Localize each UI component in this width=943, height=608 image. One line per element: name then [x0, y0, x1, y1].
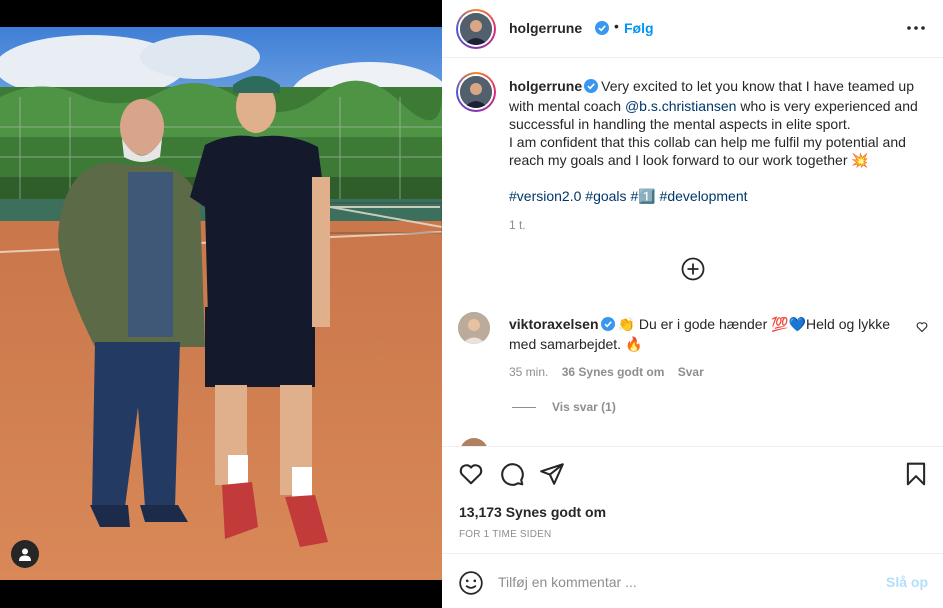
fire-emoji: 🔥: [624, 336, 643, 352]
verified-badge-icon: [600, 317, 615, 335]
add-circle-icon[interactable]: [681, 257, 705, 281]
user-tag-icon: [19, 548, 31, 561]
post-likes-count[interactable]: 13,173 Synes godt om: [459, 504, 606, 520]
post-timestamp[interactable]: FOR 1 TIME SIDEN: [459, 529, 551, 540]
comment-icon[interactable]: [499, 461, 525, 487]
post-caption: holgerrune Very excited to let you know t…: [509, 77, 919, 205]
caption-mention-link[interactable]: @b.s.christiansen: [625, 98, 736, 114]
collision-emoji: 💥: [851, 152, 869, 168]
more-options-icon[interactable]: [904, 20, 928, 36]
comment-heart-icon[interactable]: [916, 320, 928, 338]
heart-icon[interactable]: [458, 461, 484, 487]
hundred-heart-emoji: 💯💙: [771, 316, 807, 332]
header-username[interactable]: holgerrune: [509, 20, 582, 36]
hashtag-link[interactable]: #1️⃣: [630, 188, 655, 204]
next-comment-avatar: [460, 438, 488, 446]
comment-timestamp[interactable]: 35 min.: [509, 365, 548, 379]
header-dot: •: [614, 18, 619, 34]
comment-avatar[interactable]: [458, 312, 490, 344]
photo-panel: [0, 0, 442, 608]
caption-text-part3: I am confident that this collab can help…: [509, 134, 906, 168]
bookmark-icon[interactable]: [903, 461, 929, 487]
comment-text: viktoraxelsen 👏 Du er i gode hænder 💯💙Hel…: [509, 315, 909, 353]
view-replies-label: Vis svar (1): [552, 400, 616, 414]
comment-text-part1: Du er i gode hænder: [634, 316, 772, 332]
follow-button[interactable]: Følg: [624, 20, 654, 36]
post-comment-button[interactable]: Slå op: [886, 574, 928, 590]
comment-likes[interactable]: 36 Synes godt om: [562, 365, 665, 379]
replies-divider: [512, 406, 536, 408]
user-tag-button[interactable]: [11, 540, 39, 568]
header-avatar[interactable]: [456, 9, 496, 49]
caption-username[interactable]: holgerrune: [509, 78, 582, 94]
share-icon[interactable]: [539, 461, 565, 487]
post-actions: 13,173 Synes godt om FOR 1 TIME SIDEN: [442, 446, 943, 552]
hashtag-link[interactable]: #version2.0: [509, 188, 581, 204]
emoji-icon[interactable]: [458, 570, 484, 596]
caption-avatar[interactable]: [456, 72, 496, 112]
post-photo[interactable]: [0, 27, 442, 580]
reply-button[interactable]: Svar: [678, 365, 704, 379]
verified-badge-icon: [584, 79, 599, 97]
clap-emoji: 👏: [617, 316, 635, 332]
comments-scroll-area[interactable]: holgerrune Very excited to let you know t…: [442, 58, 943, 446]
post-header: holgerrune • Følg: [442, 0, 943, 58]
comment-input[interactable]: [498, 571, 868, 593]
hashtag-link[interactable]: #goals: [585, 188, 626, 204]
comment-username[interactable]: viktoraxelsen: [509, 316, 599, 332]
post-side-panel: holgerrune • Følg holgerrune Very excited…: [442, 0, 943, 608]
caption-timestamp[interactable]: 1 t.: [509, 218, 526, 232]
add-comment-bar: Slå op: [442, 553, 943, 608]
view-replies-button[interactable]: Vis svar (1): [512, 400, 616, 414]
verified-badge-icon: [595, 21, 609, 40]
post-photo-illustration: [0, 27, 442, 580]
hashtag-link[interactable]: #development: [660, 188, 748, 204]
comment-meta: 35 min. 36 Synes godt om Svar: [509, 365, 714, 379]
